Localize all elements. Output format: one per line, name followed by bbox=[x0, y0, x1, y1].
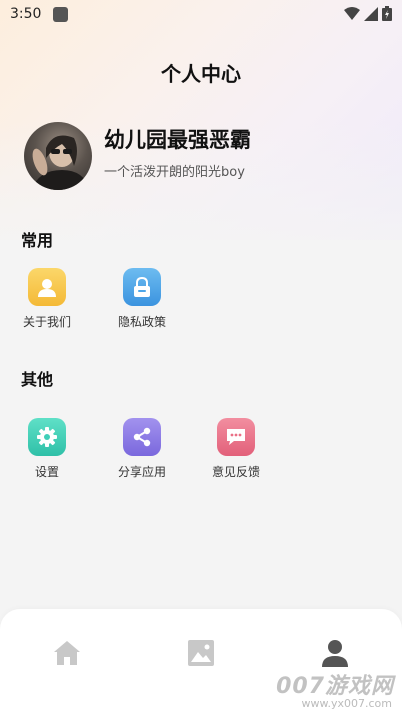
image-icon bbox=[188, 640, 214, 666]
status-indicators bbox=[344, 6, 392, 21]
privacy-policy-button[interactable]: 隐私政策 bbox=[106, 268, 178, 330]
avatar-portrait bbox=[32, 135, 90, 190]
feedback-button[interactable]: 意见反馈 bbox=[200, 418, 272, 480]
watermark-url: www.yx007.com bbox=[301, 697, 392, 710]
feedback-label: 意见反馈 bbox=[211, 465, 260, 479]
share-app-label: 分享应用 bbox=[117, 465, 166, 479]
share-icon bbox=[123, 418, 161, 456]
person-icon bbox=[322, 640, 348, 667]
section-title-other: 其他 bbox=[21, 370, 54, 389]
settings-label: 设置 bbox=[34, 465, 59, 479]
wifi-icon bbox=[344, 6, 360, 20]
privacy-policy-label: 隐私政策 bbox=[117, 315, 166, 329]
gear-icon bbox=[28, 418, 66, 456]
nav-profile-tab[interactable] bbox=[315, 633, 355, 673]
notification-app-icon bbox=[53, 6, 69, 22]
message-icon bbox=[217, 418, 255, 456]
about-us-label: 关于我们 bbox=[22, 315, 71, 329]
user-name: 幼儿园最强恶霸 bbox=[104, 128, 251, 152]
status-bar: 3:50 bbox=[0, 0, 402, 28]
section-title-common: 常用 bbox=[21, 231, 54, 250]
signal-icon bbox=[364, 6, 378, 21]
page-title: 个人中心 bbox=[161, 62, 241, 86]
watermark-brand: 007游戏网 bbox=[276, 674, 394, 699]
nav-gallery-tab[interactable] bbox=[181, 633, 221, 673]
user-bio: 一个活泼开朗的阳光boy bbox=[104, 165, 245, 180]
settings-button[interactable]: 设置 bbox=[11, 418, 83, 480]
user-icon bbox=[28, 268, 66, 306]
about-us-button[interactable]: 关于我们 bbox=[11, 268, 83, 330]
status-time: 3:50 bbox=[10, 6, 42, 22]
avatar[interactable] bbox=[24, 122, 92, 190]
home-icon bbox=[54, 641, 80, 665]
lock-icon bbox=[123, 268, 161, 306]
nav-home-tab[interactable] bbox=[47, 633, 87, 673]
battery-icon bbox=[382, 6, 392, 21]
share-app-button[interactable]: 分享应用 bbox=[106, 418, 178, 480]
